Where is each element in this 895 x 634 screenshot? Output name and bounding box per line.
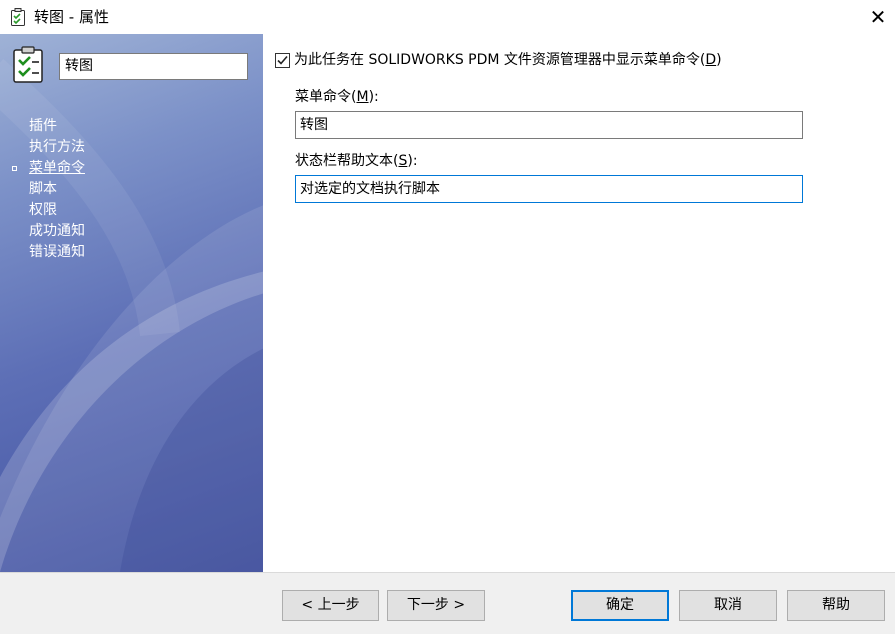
sidebar-background-art: [0, 59, 263, 572]
sidebar: 转图 插件 执行方法 菜单命令 脚本 权限 成功通知 错误通知: [0, 34, 263, 572]
main-panel: 为此任务在 SOLIDWORKS PDM 文件资源管理器中显示菜单命令(D) 菜…: [263, 34, 895, 572]
close-icon: ✕: [869, 5, 887, 29]
show-menu-command-label: 为此任务在 SOLIDWORKS PDM 文件资源管理器中显示菜单命令(D): [294, 52, 722, 68]
sidebar-item-error-notification[interactable]: 错误通知: [29, 242, 85, 263]
close-button[interactable]: ✕: [861, 0, 895, 34]
button-bar: < 上一步 下一步 > 确定 取消 帮助: [0, 572, 895, 634]
window-title: 转图 - 属性: [34, 8, 109, 26]
next-button[interactable]: 下一步 >: [387, 590, 485, 621]
task-clipboard-large-icon: [12, 46, 46, 84]
sidebar-item-menu-command[interactable]: 菜单命令: [12, 158, 85, 179]
sidebar-nav: 插件 执行方法 菜单命令 脚本 权限 成功通知 错误通知: [12, 116, 85, 263]
sidebar-item-script[interactable]: 脚本: [29, 179, 85, 200]
task-clipboard-icon: [10, 8, 26, 26]
cancel-button[interactable]: 取消: [679, 590, 777, 621]
back-button[interactable]: < 上一步: [282, 590, 379, 621]
task-name-field[interactable]: 转图: [59, 53, 248, 80]
menu-command-label: 菜单命令(M):: [295, 89, 379, 105]
sidebar-item-success-notification[interactable]: 成功通知: [29, 221, 85, 242]
status-help-text-label: 状态栏帮助文本(S):: [295, 153, 418, 169]
sidebar-item-plugin[interactable]: 插件: [29, 116, 85, 137]
sidebar-item-execution-method[interactable]: 执行方法: [29, 137, 85, 158]
title-bar: 转图 - 属性 ✕: [0, 0, 895, 34]
menu-command-input[interactable]: 转图: [295, 111, 803, 139]
show-menu-command-checkbox[interactable]: [275, 52, 290, 68]
selected-bullet-icon: [12, 166, 17, 171]
sidebar-item-permissions[interactable]: 权限: [29, 200, 85, 221]
ok-button[interactable]: 确定: [571, 590, 669, 621]
status-help-text-input[interactable]: 对选定的文档执行脚本: [295, 175, 803, 203]
checkmark-icon: [277, 55, 288, 65]
show-menu-command-option[interactable]: 为此任务在 SOLIDWORKS PDM 文件资源管理器中显示菜单命令(D): [275, 50, 722, 70]
sidebar-item-label: 菜单命令: [29, 160, 85, 176]
help-button[interactable]: 帮助: [787, 590, 885, 621]
